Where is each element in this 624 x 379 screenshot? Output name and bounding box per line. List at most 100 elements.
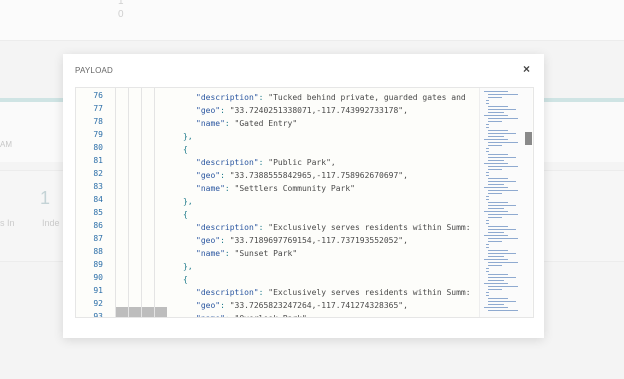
minimap-line [486, 223, 489, 224]
code-line: }, [183, 260, 193, 273]
minimap-line [486, 199, 489, 200]
minimap-line [484, 115, 508, 116]
minimap-line [486, 196, 489, 197]
json-separator: : [220, 301, 230, 310]
code-line: { [183, 273, 188, 286]
minimap-line [488, 145, 502, 146]
code-content[interactable]: "description": "Tucked behind private, g… [119, 88, 475, 317]
minimap-line [488, 286, 518, 287]
json-punctuation: }, [183, 132, 193, 141]
json-separator: : [224, 184, 235, 193]
minimap-line [484, 235, 508, 236]
minimap-line [488, 97, 502, 98]
minimap-scroll-thumb[interactable] [525, 132, 532, 145]
minimap-line [486, 295, 489, 296]
json-key: "name" [196, 184, 225, 193]
minimap-line [488, 121, 502, 122]
minimap-line [488, 253, 516, 254]
line-number: 90 [93, 273, 103, 282]
json-key: "name" [196, 314, 225, 317]
code-line: { [183, 208, 188, 221]
json-punctuation: { [183, 275, 188, 284]
json-value: "Exclusively serves residents within Sum… [268, 223, 471, 232]
minimap-line [488, 298, 508, 299]
minimap-line [488, 250, 508, 251]
json-separator: : [220, 106, 230, 115]
minimap-line [488, 136, 504, 137]
code-line: "geo": "33.7240251338071,-117.7439927331… [196, 104, 408, 117]
minimap-line [488, 229, 516, 230]
json-value: "Settlers Community Park" [234, 184, 355, 193]
minimap-line [488, 265, 502, 266]
minimap-line [488, 130, 508, 131]
minimap-line [488, 157, 516, 158]
minimap-line [488, 241, 502, 242]
minimap-line [488, 214, 518, 215]
minimap-line [488, 169, 502, 170]
minimap-line [488, 262, 518, 263]
line-number: 80 [93, 143, 103, 152]
json-separator: : [258, 158, 269, 167]
json-value: "Tucked behind private, guarded gates an… [268, 93, 466, 102]
minimap-line [486, 271, 489, 272]
background-side-label: AM [0, 140, 12, 149]
json-separator: : [258, 93, 269, 102]
payload-modal: PAYLOAD × 76 77 78 79 80 81 82 83 84 85 86 87 88 89 90… [63, 54, 544, 338]
code-line: { [183, 143, 188, 156]
minimap-line [488, 133, 516, 134]
minimap-line [484, 307, 508, 308]
line-number: 83 [93, 182, 103, 191]
minimap-line [486, 100, 489, 101]
json-key: "description" [196, 93, 259, 102]
minimap-line [484, 163, 508, 164]
json-punctuation: { [183, 145, 188, 154]
line-number-gutter: 76 77 78 79 80 81 82 83 84 85 86 87 88 89 90 91 92 93 [76, 88, 115, 317]
line-number: 86 [93, 221, 103, 230]
code-line: "name": "Settlers Community Park" [196, 182, 355, 195]
minimap-line [488, 94, 518, 95]
json-value: "Sunset Park" [234, 249, 298, 258]
minimap-line [486, 172, 489, 173]
json-value: "33.7388555842965,-117.758962670697", [229, 171, 408, 180]
json-value: "Public Park", [268, 158, 336, 167]
code-line: "description": "Exclusively serves resid… [196, 286, 471, 299]
minimap-line [484, 91, 508, 92]
code-line: "geo": "33.7388555842965,-117.7589626706… [196, 169, 408, 182]
minimap-line [486, 151, 489, 152]
code-line: "description": "Exclusively serves resid… [196, 221, 471, 234]
minimap-line [488, 256, 504, 257]
code-line: "name": "Gated Entry" [196, 117, 297, 130]
minimap-line [486, 175, 489, 176]
minimap-line [488, 112, 504, 113]
background-stat-label: s In [0, 218, 15, 228]
background-number: 1 [118, 0, 124, 7]
minimap-line [488, 208, 504, 209]
json-value: "33.7265823247264,-117.741274328365", [229, 301, 408, 310]
minimap-line [484, 211, 508, 212]
code-line: "geo": "33.7189697769154,-117.7371935520… [196, 234, 408, 247]
minimap-line [486, 268, 489, 269]
line-number: 88 [93, 247, 103, 256]
minimap-line [486, 292, 489, 293]
code-line: "name": "Overlook Park" [196, 312, 307, 317]
json-key: "geo" [196, 301, 221, 310]
minimap-line [488, 274, 508, 275]
minimap-line [484, 283, 508, 284]
json-separator: : [258, 223, 269, 232]
minimap-line [488, 106, 508, 107]
minimap-line [488, 310, 518, 311]
code-line: "geo": "33.7265823247264,-117.7412743283… [196, 299, 408, 312]
minimap-line [488, 301, 516, 302]
json-key: "name" [196, 119, 225, 128]
code-editor[interactable]: 76 77 78 79 80 81 82 83 84 85 86 87 88 89 90 91 92 93 "de… [75, 87, 534, 318]
json-value: "33.7240251338071,-117.743992733178", [229, 106, 408, 115]
minimap-line [488, 238, 518, 239]
minimap-line [486, 220, 489, 221]
minimap-line [488, 217, 502, 218]
line-number: 76 [93, 91, 103, 100]
close-icon[interactable]: × [523, 62, 530, 76]
code-minimap[interactable] [479, 88, 532, 317]
minimap-line [488, 289, 502, 290]
line-number: 82 [93, 169, 103, 178]
code-line: "description": "Public Park", [196, 156, 336, 169]
